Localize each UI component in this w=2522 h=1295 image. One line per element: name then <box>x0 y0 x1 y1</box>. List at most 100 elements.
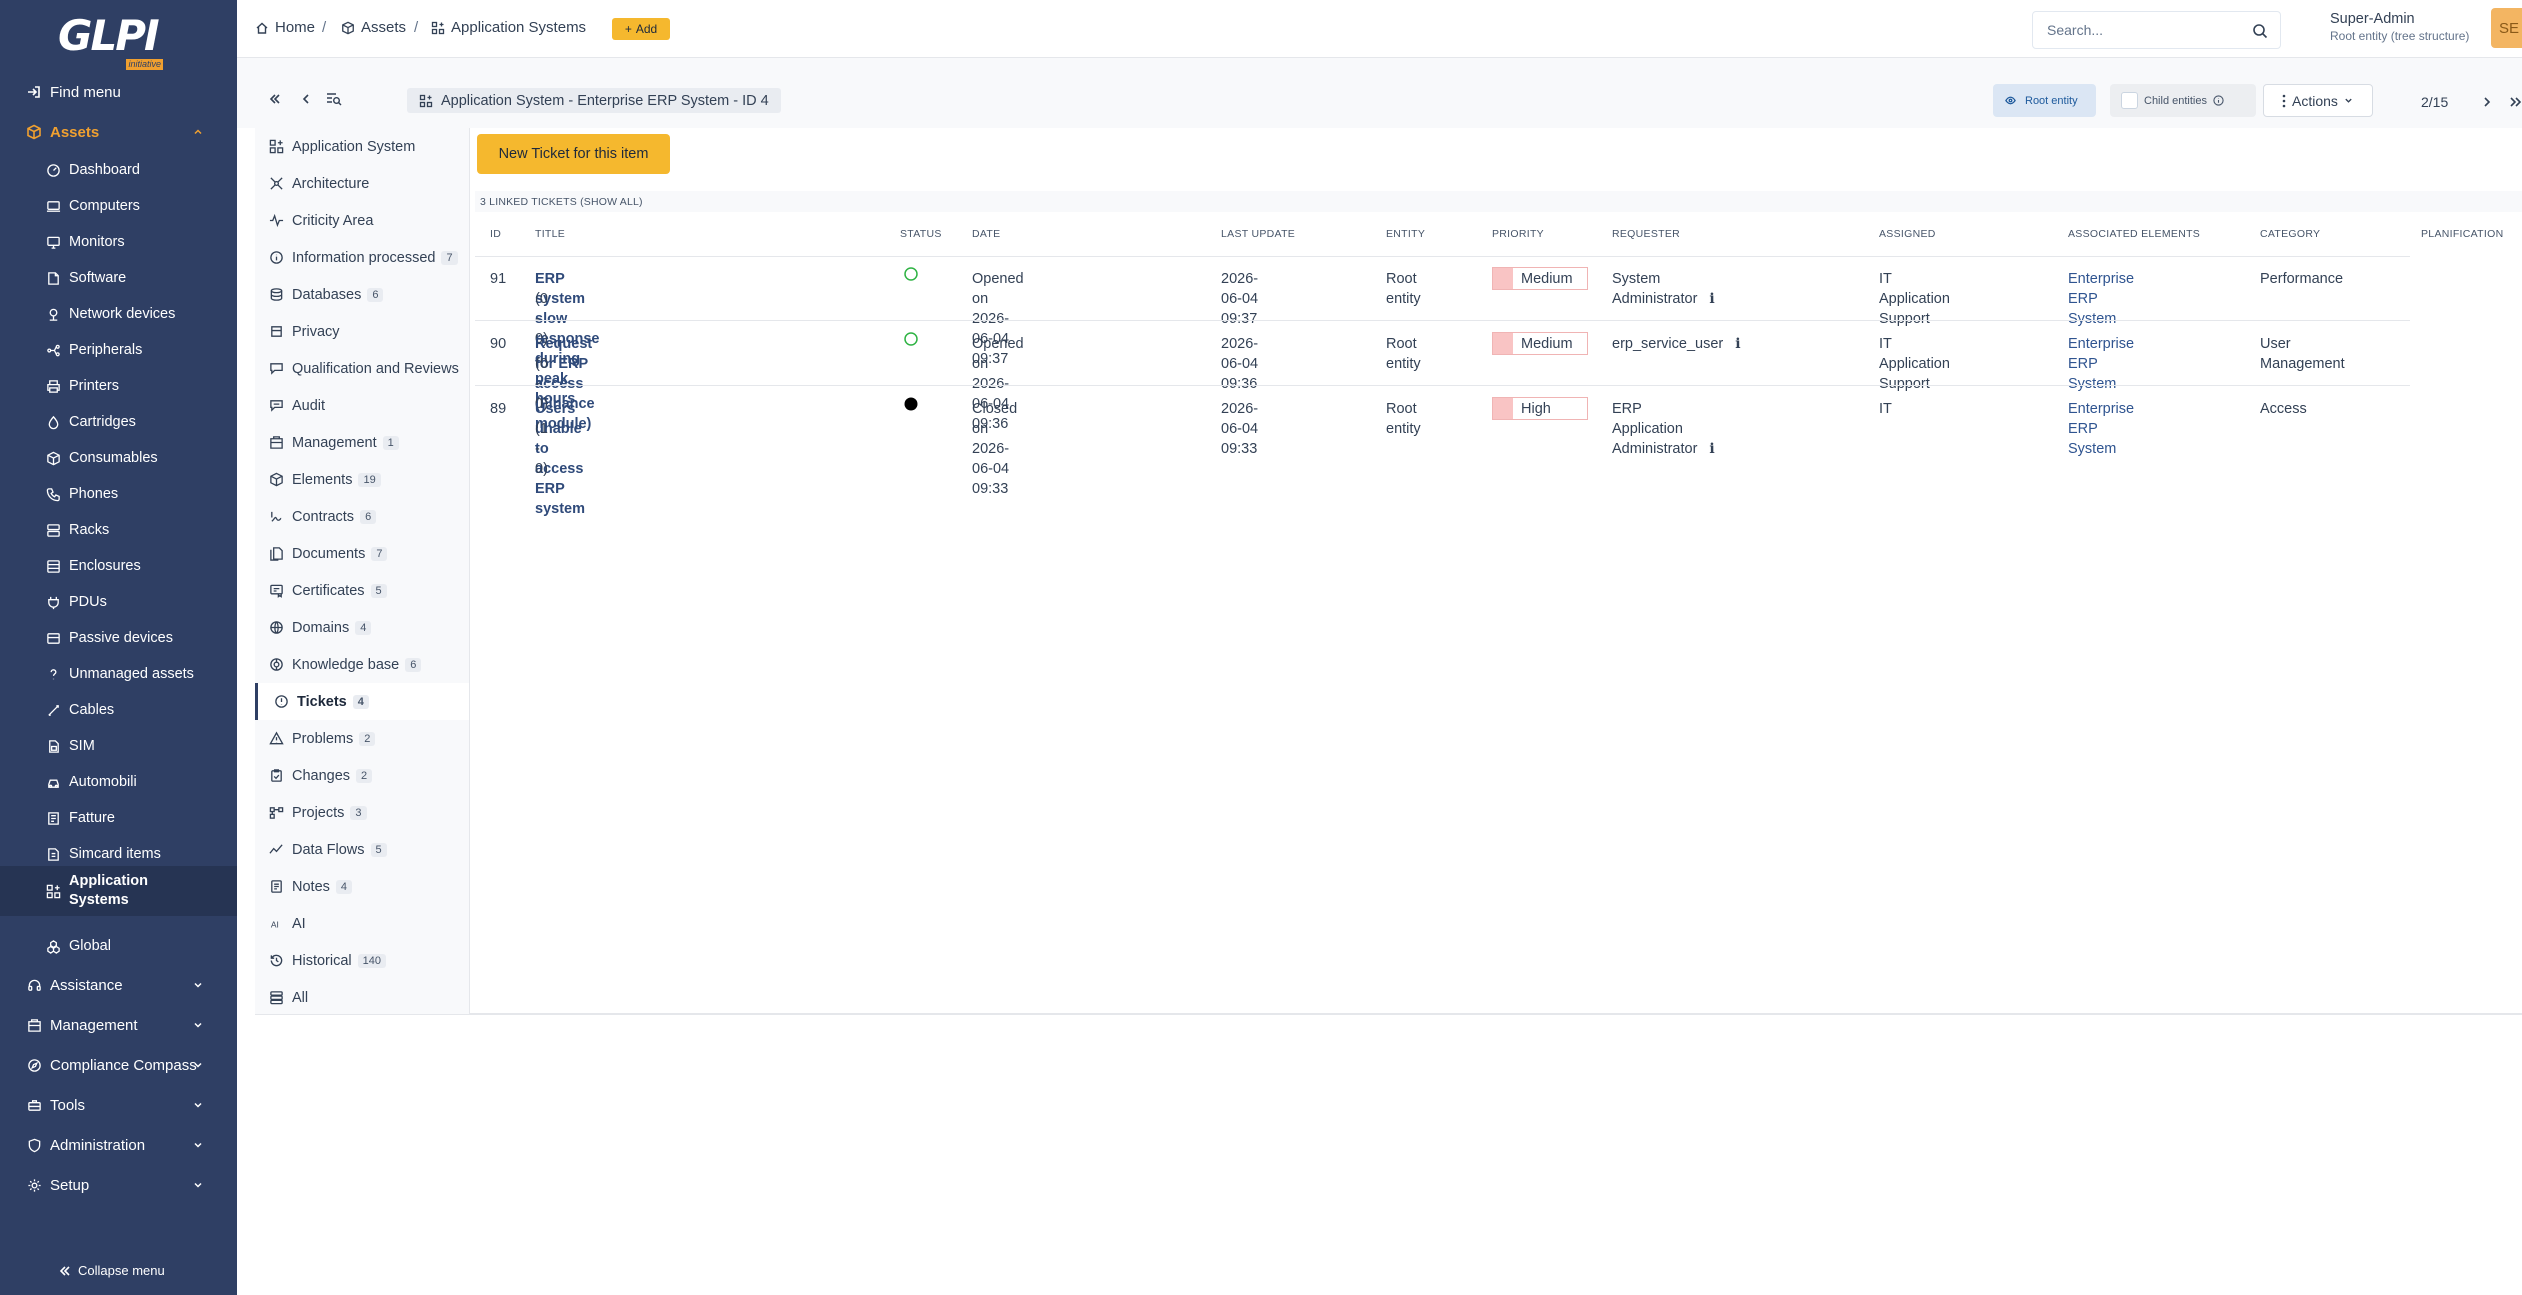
next-item-icon[interactable] <box>2481 95 2493 109</box>
actions-dropdown[interactable]: Actions <box>2263 84 2373 117</box>
tab-label: Architecture <box>292 175 370 192</box>
sidebar-section-compliance-compass[interactable]: Compliance Compass <box>0 1048 237 1082</box>
user-entity: Root entity (tree structure) <box>2330 29 2470 43</box>
child-entities-checkbox[interactable] <box>2121 92 2138 109</box>
sidebar-item-consumables[interactable]: Consumables <box>0 441 237 475</box>
info-icon[interactable]: i <box>1709 291 1714 307</box>
tab-elements[interactable]: Elements 19 <box>255 461 469 498</box>
sidebar-item-application-systems[interactable]: Application Systems <box>0 866 237 916</box>
tab-projects[interactable]: Projects 3 <box>255 794 469 831</box>
sidebar-item-passive-devices[interactable]: Passive devices <box>0 621 237 655</box>
tab-information-processed[interactable]: Information processed 7 <box>255 239 469 276</box>
last-item-icon[interactable] <box>2509 95 2522 109</box>
tab-qualification-and-reviews[interactable]: Qualification and Reviews <box>255 350 469 387</box>
collapse-tabs-icon[interactable] <box>268 92 282 106</box>
sidebar-item-global[interactable]: Global <box>0 929 237 963</box>
previous-item-icon[interactable] <box>300 92 312 106</box>
glpi-logo[interactable]: GLPI initiative <box>58 14 163 70</box>
tab-notes[interactable]: Notes 4 <box>255 868 469 905</box>
column-header-associated-elements[interactable]: ASSOCIATED ELEMENTS <box>2068 228 2200 240</box>
tab-label: Certificates <box>292 582 365 599</box>
tab-changes[interactable]: Changes 2 <box>255 757 469 794</box>
sidebar-section-administration[interactable]: Administration <box>0 1128 237 1162</box>
tab-application-system[interactable]: Application System <box>255 128 469 165</box>
sidebar-item-printers[interactable]: Printers <box>0 369 237 403</box>
column-header-status[interactable]: STATUS <box>900 228 942 240</box>
tab-label: All <box>292 989 309 1006</box>
sidebar-item-software[interactable]: Software <box>0 261 237 295</box>
sidebar-section-management[interactable]: Management <box>0 1008 237 1042</box>
sidebar-item-pdus[interactable]: PDUs <box>0 585 237 619</box>
breadcrumb-home[interactable]: Home <box>255 19 315 36</box>
search-list-icon[interactable] <box>326 92 342 106</box>
tab-knowledge-base[interactable]: Knowledge base 6 <box>255 646 469 683</box>
sidebar-item-automobili[interactable]: Automobili <box>0 765 237 799</box>
tab-data-flows[interactable]: Data Flows 5 <box>255 831 469 868</box>
management-icon <box>268 435 284 450</box>
find-menu[interactable]: Find menu <box>0 75 237 109</box>
tab-management[interactable]: Management 1 <box>255 424 469 461</box>
sidebar-item-cartridges[interactable]: Cartridges <box>0 405 237 439</box>
column-header-last-update[interactable]: LAST UPDATE <box>1221 228 1295 240</box>
sidebar-item-label: Peripherals <box>69 342 143 358</box>
tab-databases[interactable]: Databases 6 <box>255 276 469 313</box>
tab-criticity-area[interactable]: Criticity Area <box>255 202 469 239</box>
sidebar-item-cables[interactable]: Cables <box>0 693 237 727</box>
sidebar-item-phones[interactable]: Phones <box>0 477 237 511</box>
collapse-menu-button[interactable]: Collapse menu <box>58 1263 165 1278</box>
sidebar-section-assets[interactable]: Assets <box>0 115 237 149</box>
sidebar-item-peripherals[interactable]: Peripherals <box>0 333 237 367</box>
sidebar-item-racks[interactable]: Racks <box>0 513 237 547</box>
search-input[interactable] <box>2047 22 2247 38</box>
column-header-priority[interactable]: PRIORITY <box>1492 228 1544 240</box>
column-header-category[interactable]: CATEGORY <box>2260 228 2320 240</box>
column-header-planification[interactable]: PLANIFICATION <box>2421 228 2503 240</box>
tab-tickets[interactable]: Tickets 4 <box>255 683 469 720</box>
tab-audit[interactable]: Audit <box>255 387 469 424</box>
user-menu[interactable]: Super-Admin Root entity (tree structure) <box>2330 11 2469 45</box>
tab-all[interactable]: All <box>255 979 469 1016</box>
sidebar-item-sim[interactable]: SIM <box>0 729 237 763</box>
add-button[interactable]: + Add <box>612 18 670 40</box>
tab-privacy[interactable]: Privacy <box>255 313 469 350</box>
new-ticket-button[interactable]: New Ticket for this item <box>477 134 670 174</box>
tab-contracts[interactable]: Contracts 6 <box>255 498 469 535</box>
tab-problems[interactable]: Problems 2 <box>255 720 469 757</box>
info-icon[interactable]: i <box>1709 441 1714 457</box>
breadcrumb-application-systems[interactable]: Application Systems <box>431 19 586 36</box>
sidebar-section-tools[interactable]: Tools <box>0 1088 237 1122</box>
linked-tickets-header[interactable]: 3 LINKED TICKETS (SHOW ALL) <box>475 191 2522 212</box>
status-closed-icon <box>903 396 919 412</box>
tab-ai[interactable]: AI AI <box>255 905 469 942</box>
sidebar-item-enclosures[interactable]: Enclosures <box>0 549 237 583</box>
tab-label: Databases <box>292 286 362 303</box>
column-header-title[interactable]: TITLE <box>535 228 565 240</box>
sidebar-section-setup[interactable]: Setup <box>0 1168 237 1202</box>
ticket-counts: (1 - 0) <box>535 421 548 477</box>
tab-certificates[interactable]: Certificates 5 <box>255 572 469 609</box>
sidebar-item-fatture[interactable]: Fatture <box>0 801 237 835</box>
column-header-entity[interactable]: ENTITY <box>1386 228 1425 240</box>
ticket-assigned: IT <box>1879 401 1892 417</box>
column-header-id[interactable]: ID <box>490 228 501 240</box>
search-icon[interactable] <box>2252 23 2268 39</box>
sidebar-item-computers[interactable]: Computers <box>0 189 237 223</box>
tab-documents[interactable]: Documents 7 <box>255 535 469 572</box>
sidebar-item-monitors[interactable]: Monitors <box>0 225 237 259</box>
column-header-date[interactable]: DATE <box>972 228 1000 240</box>
breadcrumb-assets[interactable]: Assets <box>341 19 406 36</box>
tab-historical[interactable]: Historical 140 <box>255 942 469 979</box>
column-header-assigned[interactable]: ASSIGNED <box>1879 228 1936 240</box>
tab-architecture[interactable]: Architecture <box>255 165 469 202</box>
avatar[interactable]: SE <box>2491 8 2522 48</box>
associated-element-link[interactable]: Enterprise ERP System <box>2068 399 2134 459</box>
child-entities-toggle[interactable]: Child entities <box>2110 84 2256 117</box>
tab-domains[interactable]: Domains 4 <box>255 609 469 646</box>
sidebar-item-unmanaged-assets[interactable]: Unmanaged assets <box>0 657 237 691</box>
root-entity-badge[interactable]: Root entity <box>1993 84 2096 117</box>
sidebar-section-assistance[interactable]: Assistance <box>0 968 237 1002</box>
sidebar-item-dashboard[interactable]: Dashboard <box>0 153 237 187</box>
column-header-requester[interactable]: REQUESTER <box>1612 228 1680 240</box>
sidebar-item-network-devices[interactable]: Network devices <box>0 297 237 331</box>
info-icon[interactable]: i <box>1735 336 1740 352</box>
